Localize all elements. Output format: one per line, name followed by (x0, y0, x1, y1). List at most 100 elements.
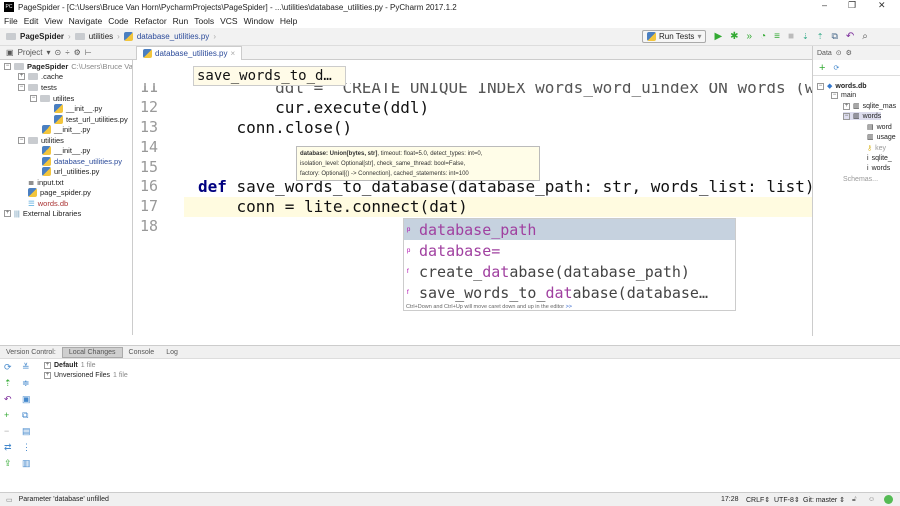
shelve-icon[interactable]: ▣ (22, 394, 40, 405)
tree-item-file[interactable]: ☰ words.db (28, 199, 68, 208)
tree-item-cache[interactable]: + .cache (18, 72, 63, 81)
history-icon[interactable]: ⧉ (831, 31, 837, 42)
tree-item-utilites[interactable]: − utilites (30, 94, 74, 103)
line-separator[interactable]: CRLF⇕ (746, 496, 770, 504)
db-item[interactable]: main (841, 92, 856, 99)
tool-windows-icon[interactable]: ▭ (6, 496, 13, 504)
project-view-select[interactable]: ▣ Project ▾ ⊙ ÷ ⚙ ⊢ (0, 48, 98, 57)
concurrency-icon[interactable]: ≡ (774, 31, 780, 42)
copy-icon[interactable]: ⧉ (22, 410, 40, 421)
tree-item-file[interactable]: __init__.py (42, 125, 90, 134)
expand-icon[interactable]: ≚ (22, 362, 40, 373)
tab-local-changes[interactable]: Local Changes (61, 346, 123, 358)
breadcrumb-project[interactable]: PageSpider (20, 32, 64, 41)
group-icon[interactable]: ⋮ (22, 442, 40, 453)
tab-console[interactable]: Console (123, 348, 161, 357)
collapse-icon[interactable]: ÷ (65, 48, 69, 57)
tree-item-file[interactable]: __init__.py (54, 104, 102, 113)
search-icon[interactable]: ⌕ (862, 31, 868, 42)
vcs-commit-icon[interactable]: ⇡ (817, 32, 824, 41)
shelf-icon[interactable]: ⇪ (4, 458, 22, 469)
db-item[interactable]: words.db (835, 83, 866, 90)
scope-breadcrumb-popup[interactable]: save_words_to_d… (193, 66, 346, 86)
menu-vcs[interactable]: VCS (220, 16, 237, 26)
inspector-icon[interactable]: ☺ (868, 496, 875, 503)
menu-edit[interactable]: Edit (24, 16, 39, 26)
move-icon[interactable]: ⇄ (4, 442, 22, 453)
tree-item-root[interactable]: − PageSpider C:\Users\Bruce Van (4, 62, 132, 71)
db-file-icon: ☰ (28, 199, 35, 208)
completion-item[interactable]: f save_words_to_ dat abase(database… (404, 282, 735, 303)
breadcrumb-file[interactable]: database_utilities.py (137, 32, 210, 41)
menu-code[interactable]: Code (108, 16, 128, 26)
commit-icon[interactable]: ⇡ (4, 378, 22, 389)
tree-item-file[interactable]: url_utilities.py (42, 167, 99, 176)
encoding[interactable]: UTF-8⇕ (774, 496, 800, 504)
coverage-icon[interactable]: » (747, 31, 753, 42)
close-button[interactable]: ✕ (878, 0, 886, 11)
vcs-update-icon[interactable]: ⇣ (802, 32, 809, 41)
db-item[interactable]: usage (877, 134, 896, 141)
tree-item-file[interactable]: __init__.py (42, 146, 90, 155)
menu-tools[interactable]: Tools (194, 16, 214, 26)
add-icon[interactable]: + (819, 62, 825, 74)
run-icon[interactable]: ▶ (714, 31, 722, 42)
menu-refactor[interactable]: Refactor (135, 16, 167, 26)
db-item[interactable]: words (863, 113, 882, 120)
locate-icon[interactable]: ⊙ (54, 48, 61, 57)
profile-icon[interactable]: ◔ (760, 31, 766, 42)
refresh-icon[interactable]: ⟳ (4, 362, 22, 373)
diff-icon[interactable]: ▤ (22, 426, 40, 437)
minimize-button[interactable]: – (822, 0, 827, 10)
menu-file[interactable]: File (4, 16, 18, 26)
menu-view[interactable]: View (44, 16, 62, 26)
lock-icon[interactable]: 🔓︎ (852, 496, 857, 504)
tab-database-utilities[interactable]: database_utilities.py × (136, 46, 243, 60)
debug-icon[interactable]: ✱ (730, 31, 738, 42)
db-item[interactable]: Schemas... (843, 176, 878, 183)
sync-icon[interactable]: ⊙ (836, 49, 842, 57)
completion-item[interactable]: f create_ dat abase(database_path) (404, 261, 735, 282)
changelist-unversioned[interactable]: + Unversioned Files 1 file (44, 372, 128, 379)
remove-icon[interactable]: − (4, 426, 22, 437)
git-branch[interactable]: Git: master ⇕ (803, 496, 845, 504)
menu-navigate[interactable]: Navigate (69, 16, 103, 26)
tree-item-file[interactable]: test_url_utilities.py (54, 115, 128, 124)
revert-icon[interactable]: ↶ (846, 31, 854, 42)
menu-window[interactable]: Window (244, 16, 274, 26)
db-item[interactable]: word (877, 124, 892, 131)
hint-link[interactable]: >> (566, 304, 572, 310)
refresh-icon[interactable]: ⟳ (833, 64, 839, 72)
completion-item[interactable]: p dat abase_path (404, 219, 735, 240)
db-item[interactable]: words (872, 165, 891, 172)
gear-icon[interactable]: ⚙ (74, 48, 81, 57)
menu-run[interactable]: Run (173, 16, 189, 26)
breadcrumb-folder[interactable]: utilities (89, 32, 113, 41)
revert-icon[interactable]: ↶ (4, 394, 22, 405)
hide-icon[interactable]: ⊢ (85, 48, 92, 57)
add-icon[interactable]: + (4, 410, 22, 421)
db-item[interactable]: sqlite_ (872, 155, 892, 162)
tab-log[interactable]: Log (160, 348, 184, 357)
db-item[interactable]: sqlite_mas (863, 103, 896, 110)
collapse-icon[interactable]: ≑ (22, 378, 40, 389)
run-config-select[interactable]: Run Tests ▾ (642, 30, 707, 43)
completion-item[interactable]: p dat abase= (404, 240, 735, 261)
gear-icon[interactable]: ⚙ (846, 49, 852, 57)
preview-icon[interactable]: ▥ (22, 458, 40, 469)
tree-item-file[interactable]: page_spider.py (28, 188, 91, 197)
tree-item-external-libraries[interactable]: + ||| External Libraries (4, 209, 81, 218)
event-log-icon[interactable] (884, 495, 893, 504)
stop-icon[interactable]: ■ (788, 31, 794, 42)
changelist-default[interactable]: + Default 1 file (44, 362, 96, 369)
tree-item-file[interactable]: database_utilities.py (42, 157, 122, 166)
function-icon: f (407, 268, 409, 275)
tree-item-tests[interactable]: − tests (18, 83, 57, 92)
close-tab-icon[interactable]: × (231, 49, 236, 58)
tree-item-utilities[interactable]: − utilities (18, 136, 64, 145)
maximize-button[interactable]: ❐ (848, 0, 856, 11)
tree-item-file[interactable]: ≣ input.txt (28, 178, 64, 187)
caret-position[interactable]: 17:28 (721, 496, 739, 503)
db-item[interactable]: key (875, 145, 886, 152)
menu-help[interactable]: Help (280, 16, 297, 26)
